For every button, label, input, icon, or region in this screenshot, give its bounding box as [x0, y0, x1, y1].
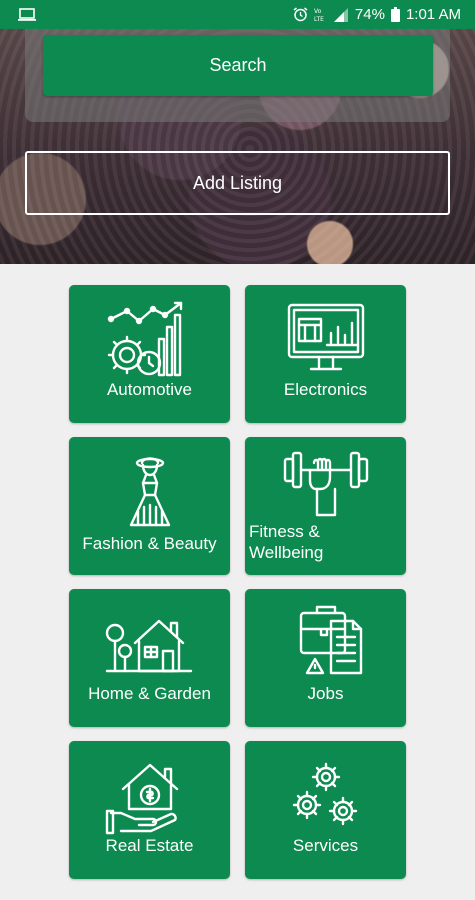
automotive-icon — [69, 299, 230, 381]
laptop-icon — [18, 8, 36, 21]
clock: 1:01 AM — [405, 6, 461, 23]
category-fashion-beauty[interactable]: Fashion & Beauty — [69, 437, 230, 575]
category-label: Automotive — [106, 380, 193, 399]
category-label: Electronics — [283, 380, 368, 399]
category-label: Real Estate — [105, 836, 194, 855]
category-label: Fitness & Wellbeing — [249, 521, 404, 563]
category-services[interactable]: Services — [245, 741, 406, 879]
category-home-garden[interactable]: Home & Garden — [69, 589, 230, 727]
category-electronics[interactable]: Electronics — [245, 285, 406, 423]
category-label: Fashion & Beauty — [82, 534, 217, 553]
category-label-line: Fitness & Wellbeing — [249, 522, 324, 562]
fitness-icon — [245, 445, 406, 527]
volte-icon: Vo LTE — [314, 7, 328, 22]
home-garden-icon — [69, 603, 230, 685]
battery-icon — [390, 7, 400, 22]
jobs-icon — [245, 603, 406, 685]
category-real-estate[interactable]: Real Estate — [69, 741, 230, 879]
search-button[interactable]: Search — [43, 35, 433, 96]
electronics-icon — [245, 299, 406, 381]
status-bar: Vo LTE 74% 1:01 AM — [0, 0, 475, 29]
svg-text:Vo: Vo — [314, 8, 322, 15]
category-fitness-wellbeing[interactable]: Fitness & Wellbeing — [245, 437, 406, 575]
battery-percent: 74% — [354, 6, 385, 23]
category-label: Home & Garden — [88, 684, 211, 703]
add-listing-button[interactable]: Add Listing — [25, 151, 450, 215]
category-label: Jobs — [307, 684, 344, 703]
alarm-icon — [293, 7, 308, 22]
fashion-icon — [69, 451, 230, 533]
category-jobs[interactable]: Jobs — [245, 589, 406, 727]
category-automotive[interactable]: Automotive — [69, 285, 230, 423]
services-icon — [245, 755, 406, 837]
category-label: Services — [292, 836, 359, 855]
svg-text:LTE: LTE — [314, 16, 324, 22]
real-estate-icon — [69, 755, 230, 837]
signal-icon — [333, 7, 349, 22]
